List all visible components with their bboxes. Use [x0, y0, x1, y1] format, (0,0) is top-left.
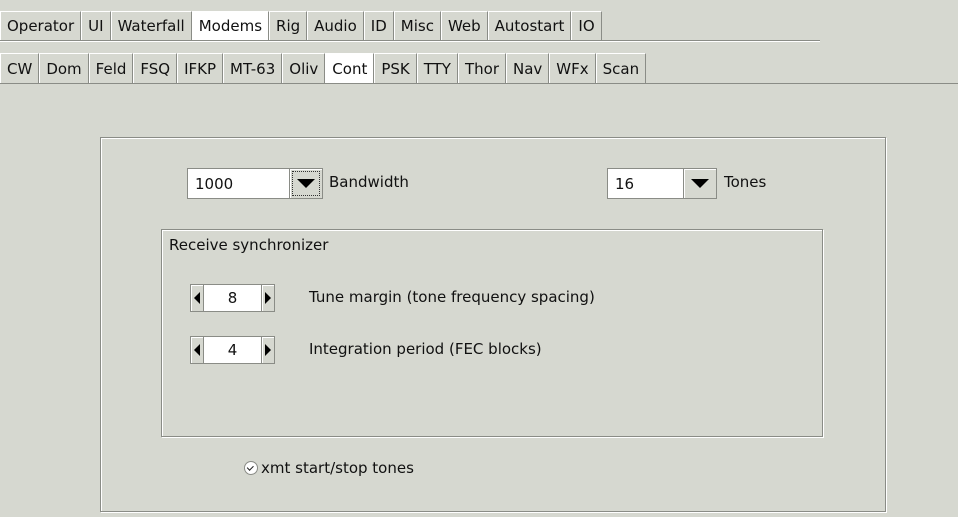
arrow-right-icon: [265, 344, 271, 356]
bandwidth-dropdown-button[interactable]: [289, 168, 323, 199]
tab-audio[interactable]: Audio: [307, 11, 364, 40]
tones-dropdown-button[interactable]: [683, 168, 717, 199]
tab-id[interactable]: ID: [363, 11, 394, 40]
tab-autostart[interactable]: Autostart: [487, 11, 572, 40]
tones-select[interactable]: 16: [607, 168, 717, 199]
top-tab-bar: Operator UI Waterfall Modems Rig Audio ID Misc W…: [0, 11, 602, 40]
modem-tab-nav[interactable]: Nav: [506, 53, 550, 83]
chevron-down-icon: [297, 179, 315, 188]
tab-rig[interactable]: Rig: [269, 11, 308, 40]
modem-tab-wfx[interactable]: WFx: [549, 53, 596, 83]
integration-period-label: Integration period (FEC blocks): [309, 340, 542, 358]
xmt-tones-checkbox[interactable]: [244, 461, 258, 475]
integration-period-counter[interactable]: 4: [190, 336, 275, 364]
integration-period-decrement-button[interactable]: [190, 336, 204, 364]
modem-tab-feld[interactable]: Feld: [88, 53, 134, 83]
modem-tab-bar: CW Dom Feld FSQ IFKP MT-63 Oliv Cont PSK TTY Thor N…: [0, 53, 647, 83]
modem-tab-cw[interactable]: CW: [0, 53, 40, 83]
check-icon: [246, 463, 254, 471]
tune-margin-decrement-button[interactable]: [190, 284, 204, 312]
receive-synchronizer-label: Receive synchronizer: [169, 236, 329, 254]
arrow-left-icon: [194, 344, 200, 356]
modem-tab-thor[interactable]: Thor: [457, 53, 506, 83]
tab-waterfall[interactable]: Waterfall: [110, 11, 192, 40]
arrow-right-icon: [265, 292, 271, 304]
tones-value: 16: [607, 168, 683, 199]
modem-tab-psk[interactable]: PSK: [374, 53, 417, 83]
xmt-tones-label: xmt start/stop tones: [261, 459, 414, 477]
tab-ui[interactable]: UI: [81, 11, 111, 40]
chevron-down-icon: [691, 179, 709, 188]
integration-period-increment-button[interactable]: [261, 336, 275, 364]
tab-bar-highlight: [0, 41, 820, 42]
modem-tab-fsq[interactable]: FSQ: [133, 53, 178, 83]
bandwidth-select[interactable]: 1000: [187, 168, 323, 199]
arrow-left-icon: [194, 292, 200, 304]
modem-tab-dom[interactable]: Dom: [39, 53, 89, 83]
integration-period-value[interactable]: 4: [204, 336, 261, 364]
tab-web[interactable]: Web: [440, 11, 488, 40]
xmt-tones-checkbox-row[interactable]: xmt start/stop tones: [244, 459, 414, 477]
bandwidth-value: 1000: [187, 168, 289, 199]
modem-tab-ifkp[interactable]: IFKP: [177, 53, 224, 83]
tab-operator[interactable]: Operator: [0, 11, 82, 40]
tones-label: Tones: [724, 173, 767, 191]
tune-margin-increment-button[interactable]: [261, 284, 275, 312]
tab-misc[interactable]: Misc: [393, 11, 441, 40]
tune-margin-counter[interactable]: 8: [190, 284, 275, 312]
modem-tab-tty[interactable]: TTY: [416, 53, 458, 83]
modem-tab-cont[interactable]: Cont: [325, 53, 375, 83]
tune-margin-label: Tune margin (tone frequency spacing): [309, 288, 595, 306]
tab-io[interactable]: IO: [571, 11, 602, 40]
modem-tab-mt-63[interactable]: MT-63: [223, 53, 283, 83]
receive-synchronizer-group: [161, 229, 823, 437]
bandwidth-label: Bandwidth: [329, 173, 409, 191]
configuration-window: Operator UI Waterfall Modems Rig Audio ID Misc W…: [0, 0, 958, 517]
modem-tab-oliv[interactable]: Oliv: [282, 53, 326, 83]
modem-tab-divider: [0, 83, 958, 84]
tune-margin-value[interactable]: 8: [204, 284, 261, 312]
tab-modems[interactable]: Modems: [191, 11, 270, 40]
modem-tab-scan[interactable]: Scan: [595, 53, 647, 83]
